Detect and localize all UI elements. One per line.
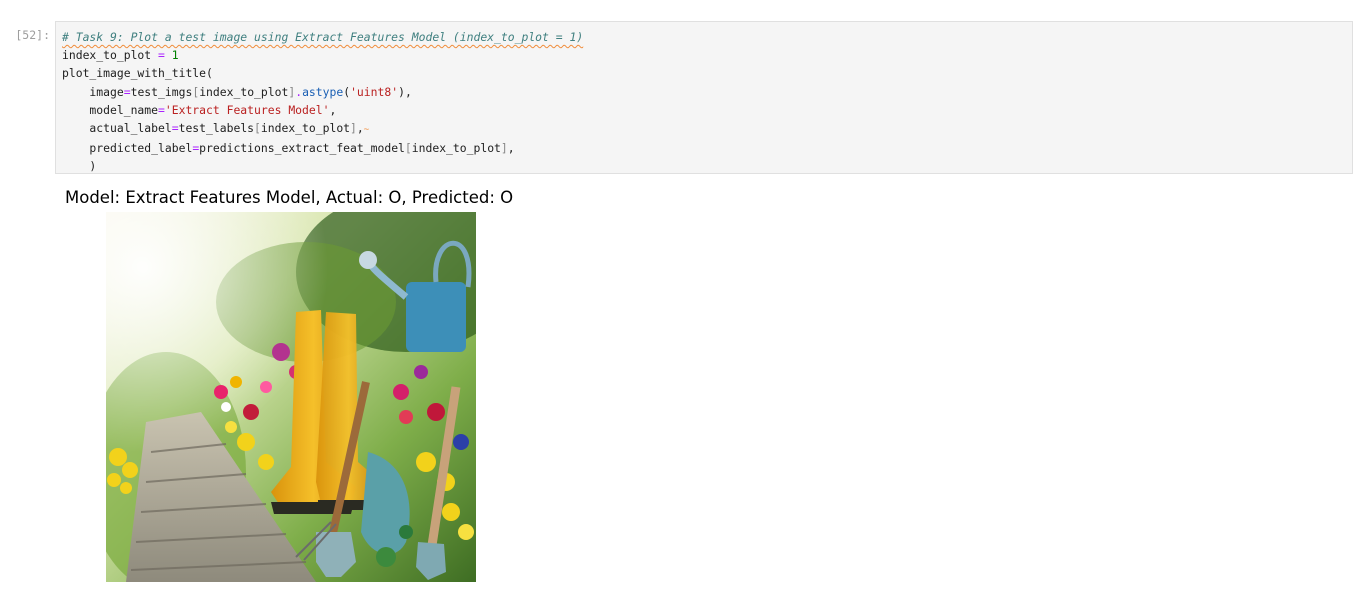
code-line-2: index_to_plot = 1 [62, 48, 179, 63]
code-cell[interactable]: # Task 9: Plot a test image using Extrac… [55, 21, 1353, 174]
cell-output: Model: Extract Features Model, Actual: O… [65, 188, 513, 207]
code-editor[interactable]: # Task 9: Plot a test image using Extrac… [62, 28, 583, 176]
execution-count: [52]: [15, 28, 50, 42]
code-line-8: ) [62, 159, 97, 174]
code-line-3: plot_image_with_title( [62, 66, 213, 81]
code-line-7: predicted_label=predictions_extract_feat… [62, 141, 515, 156]
code-comment: # Task 9: Plot a test image using Extrac… [62, 30, 584, 44]
plot-title: Model: Extract Features Model, Actual: O… [65, 188, 514, 207]
garden-boots-flowers-image [106, 212, 476, 582]
lint-squiggle: ~ [363, 125, 370, 136]
code-line-4: image=test_imgs[index_to_plot].astype('u… [62, 84, 412, 99]
code-line-6: actual_label=test_labels[index_to_plot],… [62, 121, 370, 136]
code-line-5: model_name='Extract Features Model', [62, 102, 337, 117]
